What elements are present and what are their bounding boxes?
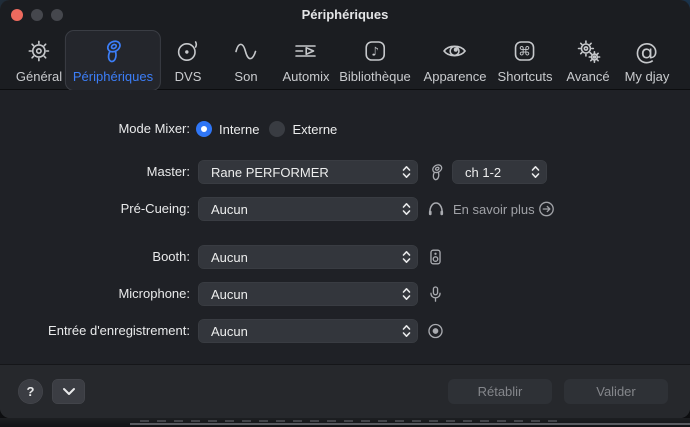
pre-cueing-label: Pré-Cueing: [0,197,190,221]
master-label: Master: [0,160,190,184]
stepper-icon [527,164,547,180]
toolbar-item-avance[interactable]: Avancé [558,30,617,91]
mode-mixer-label: Mode Mixer: [0,117,190,141]
toolbar-item-label: Bibliothèque [339,69,411,84]
at-sign-icon: @ [634,36,660,66]
toolbar-item-shortcuts[interactable]: ⌘ Shortcuts [490,30,561,91]
arrow-right-circle-icon[interactable] [538,201,555,218]
background-divider-line [130,423,690,425]
speaker-cabinet-icon [427,249,444,266]
eye-icon [442,36,468,66]
booth-select[interactable]: Aucun [198,245,418,269]
microphone-row: Microphone: Aucun [0,282,690,306]
toolbar-item-label: Avancé [566,69,609,84]
toolbar-item-my-djay[interactable]: @ My djay [617,30,678,91]
gears-icon [575,36,601,66]
expand-button[interactable] [52,379,85,404]
radio-option-externe[interactable]: Externe [269,121,337,137]
speaker-horn-icon [427,163,446,182]
microphone-label: Microphone: [0,282,190,306]
radio-selected-icon [196,121,212,137]
microphone-select[interactable]: Aucun [198,282,418,306]
radio-option-interne[interactable]: Interne [196,121,259,137]
command-key-icon: ⌘ [512,36,538,66]
toolbar-item-label: Général [16,69,62,84]
headphones-icon [427,200,445,218]
toolbar-item-apparence[interactable]: Apparence [416,30,495,91]
help-button[interactable]: ? [18,379,43,404]
toolbar-item-automix[interactable]: Automix [275,30,338,91]
background-text-fragment [140,420,560,422]
booth-row: Booth: Aucun [0,245,690,269]
svg-text:♪: ♪ [371,45,379,59]
toolbar-item-label: Shortcuts [498,69,553,84]
toolbar-item-label: Apparence [424,69,487,84]
toolbar-item-dvs[interactable]: DVS [167,30,210,91]
microphone-icon [427,286,444,303]
mode-mixer-radio-group: Interne Externe [196,121,337,137]
record-dot-icon [427,323,444,340]
toolbar-item-label: DVS [175,69,202,84]
stepper-icon [398,201,418,217]
recording-input-label: Entrée d'enregistrement: [0,319,190,343]
toolbar-item-label: Périphériques [73,69,153,84]
mode-mixer-row: Mode Mixer: Interne Externe [0,117,690,141]
toolbar-item-son[interactable]: Son [225,30,267,91]
toolbar-item-general[interactable]: Général [8,30,70,91]
svg-text:@: @ [635,40,658,65]
stepper-icon [398,286,418,302]
pre-cueing-row: Pré-Cueing: Aucun En savoir plus [0,197,690,221]
toolbar-item-label: My djay [625,69,670,84]
background-window-strip [0,418,690,427]
screenshot-stage: Périphériques Général [0,0,690,427]
preferences-window: Périphériques Général [0,0,690,418]
toolbar-item-peripheriques[interactable]: Périphériques [65,30,161,91]
master-channel-select[interactable]: ch 1-2 [452,160,547,184]
recording-input-select[interactable]: Aucun [198,319,418,343]
titlebar: Périphériques [0,0,690,28]
toolbar-item-label: Automix [283,69,330,84]
booth-label: Booth: [0,245,190,269]
settings-panel: Mode Mixer: Interne Externe Master: Ran [0,90,690,365]
turntable-icon [175,36,201,66]
pre-cueing-select[interactable]: Aucun [198,197,418,221]
reset-button[interactable]: Rétablir [448,379,552,404]
window-header: Périphériques Général [0,0,690,90]
recording-input-row: Entrée d'enregistrement: Aucun [0,319,690,343]
stepper-icon [398,249,418,265]
sine-wave-icon [233,36,259,66]
window-title: Périphériques [0,0,690,28]
music-note-box-icon: ♪ [362,36,388,66]
speaker-horn-icon [100,36,126,66]
toolbar-item-label: Son [234,69,257,84]
playlist-play-icon [293,36,319,66]
apply-button[interactable]: Valider [564,379,668,404]
master-row: Master: Rane PERFORMER [0,160,690,184]
stepper-icon [398,323,418,339]
footer-bar: ? Rétablir Valider [0,364,690,418]
stepper-icon [398,164,418,180]
chevron-down-icon [62,387,76,396]
svg-text:⌘: ⌘ [519,44,532,59]
master-device-select[interactable]: Rane PERFORMER [198,160,418,184]
learn-more-link[interactable]: En savoir plus [453,202,535,217]
gear-icon [26,36,52,66]
radio-unselected-icon [269,121,285,137]
toolbar-item-bibliotheque[interactable]: ♪ Bibliothèque [331,30,419,91]
